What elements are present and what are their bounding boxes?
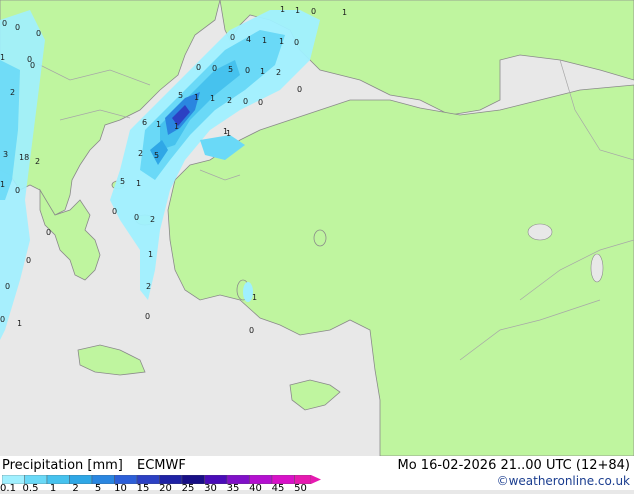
legend-tick-label: 35: [226, 483, 240, 494]
point-label: 0: [145, 312, 150, 321]
legend-tick-label: 45: [271, 483, 285, 494]
legend-tick-label: 40: [249, 483, 262, 494]
point-label: 0: [26, 256, 31, 265]
point-label: 0: [15, 23, 20, 32]
legend-tick-label: 50: [294, 483, 307, 494]
point-label: 1: [148, 250, 153, 259]
point-label: 0: [294, 38, 299, 47]
point-label: 6: [142, 118, 147, 127]
point-label: 1: [262, 36, 267, 45]
point-label: 4: [246, 35, 251, 44]
point-label: 0: [245, 66, 250, 75]
point-label: 5: [228, 65, 233, 74]
point-label: 0: [196, 63, 201, 72]
legend-tick-label: 15: [136, 483, 150, 494]
point-label: 0: [249, 326, 254, 335]
point-label: 1: [260, 67, 265, 76]
legend-tick-label: 30: [204, 483, 217, 494]
point-label: 1: [0, 180, 5, 189]
point-label: 0: [0, 315, 5, 324]
point-label: 2: [276, 68, 281, 77]
point-label: 2: [35, 157, 40, 166]
point-label: 3: [3, 150, 8, 159]
point-label: 2: [146, 282, 151, 291]
point-label: 1: [174, 122, 179, 131]
legend-tick-label: 0.5: [22, 483, 39, 494]
point-label: 2: [10, 88, 15, 97]
point-label: 2: [227, 96, 232, 105]
point-label: 5: [178, 91, 183, 100]
point-label: 1: [279, 37, 284, 46]
precipitation-map: 1 1 0 1 0 4 1 1 0 0 0 5 0 1 2 0 5 1 1 2 …: [0, 0, 634, 456]
point-label: 0: [5, 282, 10, 291]
point-label: 0: [112, 207, 117, 216]
legend-tick-label: 1: [49, 483, 57, 494]
point-label: 1: [194, 93, 199, 102]
point-label: 0: [2, 19, 7, 28]
point-label: 0: [243, 97, 248, 106]
model-name: ECMWF: [137, 458, 186, 473]
point-label: 1: [17, 319, 22, 328]
point-label: 5: [154, 151, 159, 160]
point-label: 1: [295, 6, 300, 15]
credit-link[interactable]: ©weatheronline.co.uk: [497, 474, 630, 488]
point-label: 0: [27, 55, 32, 64]
point-label: 0: [46, 228, 51, 237]
point-label: 1: [156, 120, 161, 129]
point-label: 0: [311, 7, 316, 16]
point-label: 0: [297, 85, 302, 94]
point-label: 2: [138, 149, 143, 158]
point-label: 2: [150, 215, 155, 224]
legend-ticks: 0.1 0.5 1 2 5 10 15 20 25 30 35 40 45 50: [0, 483, 330, 494]
legend-tick-label: 20: [159, 483, 172, 494]
point-label: 1: [210, 94, 215, 103]
point-label: 1: [342, 8, 347, 17]
point-label: 5: [120, 177, 125, 186]
point-label: 0: [36, 29, 41, 38]
legend-tick-label: 0.1: [0, 483, 16, 494]
point-label: 1: [280, 5, 285, 14]
point-label: 1: [136, 179, 141, 188]
valid-time: Mo 16-02-2026 21..00 UTC (12+84): [397, 458, 631, 473]
legend-tick-label: 25: [181, 483, 195, 494]
point-label: 0: [230, 33, 235, 42]
point-label: 0: [258, 98, 263, 107]
point-label: 18: [19, 153, 29, 162]
legend-tick-label: 10: [114, 483, 127, 494]
legend-tick-label: 2: [72, 483, 79, 494]
point-label: 0: [212, 64, 217, 73]
point-label: 1: [226, 129, 231, 138]
point-label: 0: [134, 213, 139, 222]
legend-footer: Precipitation [mm] ECMWF Mo 16-02-2026 2…: [0, 456, 634, 494]
legend-tick-label: 5: [94, 483, 102, 494]
point-label: 0: [15, 186, 20, 195]
point-label: 1: [252, 293, 257, 302]
point-label: 1: [0, 53, 5, 62]
legend-title: Precipitation [mm]: [2, 458, 123, 473]
